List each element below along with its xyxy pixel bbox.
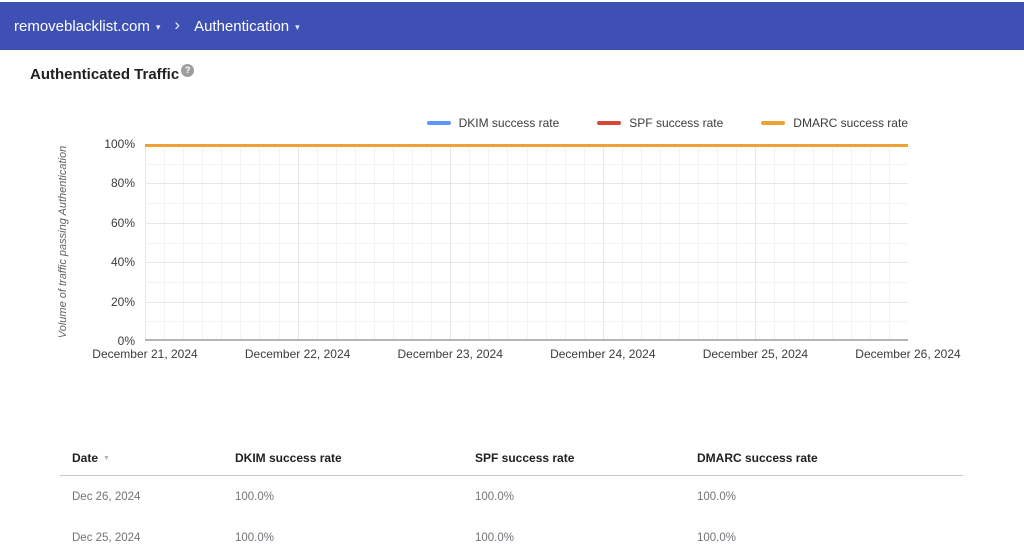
y-axis-ticks: 0% 20% 40% 60% 80% 100% <box>0 137 135 348</box>
domain-dropdown-label: removeblacklist.com <box>14 17 150 35</box>
y-tick-label: 0% <box>117 334 135 348</box>
breadcrumb-chevron-icon: › <box>174 15 181 34</box>
y-tick-label: 20% <box>110 294 135 309</box>
domain-dropdown[interactable]: removeblacklist.com ▾ <box>14 18 160 35</box>
table-cell: 100.0% <box>235 531 275 544</box>
legend-label: DMARC success rate <box>793 116 908 130</box>
chevron-down-icon: ▾ <box>295 21 300 32</box>
page-title-row: Authenticated Traffic ? <box>30 64 195 83</box>
table-cell: 100.0% <box>697 531 737 544</box>
table-header-spf-success-rate[interactable]: SPF success rate <box>475 451 697 465</box>
table-header-dkim-success-rate[interactable]: DKIM success rate <box>235 451 475 465</box>
legend-label: SPF success rate <box>629 116 724 130</box>
table-cell: 100.0% <box>697 490 737 503</box>
x-axis-ticks: December 21, 2024 December 22, 2024 Decemb… <box>92 347 960 363</box>
postmaster-dashboard: removeblacklist.com ▾ › Authentication ▾… <box>0 0 1024 552</box>
table-header-row: Date ▼ DKIM success rate SPF success rate DM… <box>60 440 963 476</box>
dmarc-line-swatch <box>761 121 786 125</box>
chevron-down-icon: ▾ <box>155 21 161 32</box>
legend-item-spf: SPF success rate <box>597 116 723 130</box>
auth-rates-table: Date ▼ DKIM success rate SPF success rate DM… <box>60 440 963 552</box>
legend-item-dkim: DKIM success rate <box>426 116 560 130</box>
page-title: Authenticated Traffic <box>30 66 180 83</box>
table-header-dmarc-success-rate[interactable]: DMARC success rate <box>697 451 963 465</box>
legend-item-dmarc: DMARC success rate <box>761 116 908 130</box>
table-cell: 100.0% <box>235 490 275 503</box>
table-header-date[interactable]: Date ▼ <box>72 451 235 465</box>
table-cell: 100.0% <box>475 490 515 503</box>
x-tick-label: December 25, 2024 <box>702 347 809 361</box>
table-cell: Dec 26, 2024 <box>72 490 141 503</box>
table-body: Dec 26, 2024 100.0% 100.0% 100.0% Dec 25, 20… <box>60 476 963 552</box>
table-cell: Dec 25, 2024 <box>72 531 141 544</box>
top-navigation-bar: removeblacklist.com ▾ › Authentication ▾ <box>0 2 1024 50</box>
table-row: Dec 26, 2024 100.0% 100.0% 100.0% <box>60 476 963 517</box>
authenticated-traffic-chart: Volume of traffic passing Authentication… <box>0 137 1024 374</box>
y-tick-label: 60% <box>110 215 135 230</box>
legend-label: DKIM success rate <box>458 116 560 130</box>
dkim-line-swatch <box>426 121 451 125</box>
chart-legend: DKIM success rate SPF success rate DMARC… <box>426 116 908 130</box>
section-dropdown-label: Authentication <box>194 17 290 35</box>
x-tick-label: December 22, 2024 <box>244 347 351 361</box>
x-tick-label: December 23, 2024 <box>397 347 503 361</box>
y-tick-label: 40% <box>110 255 135 270</box>
x-tick-label: December 24, 2024 <box>550 347 656 361</box>
y-tick-label: 80% <box>110 176 135 191</box>
table-row: Dec 25, 2024 100.0% 100.0% 100.0% <box>60 517 963 552</box>
line-chart-plot <box>145 144 908 341</box>
table-cell: 100.0% <box>475 531 515 544</box>
section-dropdown[interactable]: Authentication ▾ <box>194 18 300 35</box>
x-tick-label: December 26, 2024 <box>855 347 961 361</box>
sort-desc-icon: ▼ <box>103 454 110 462</box>
x-tick-label: December 21, 2024 <box>92 347 198 361</box>
spf-line-swatch <box>597 121 622 125</box>
help-icon[interactable]: ? <box>181 64 195 77</box>
y-tick-label: 100% <box>104 137 135 151</box>
